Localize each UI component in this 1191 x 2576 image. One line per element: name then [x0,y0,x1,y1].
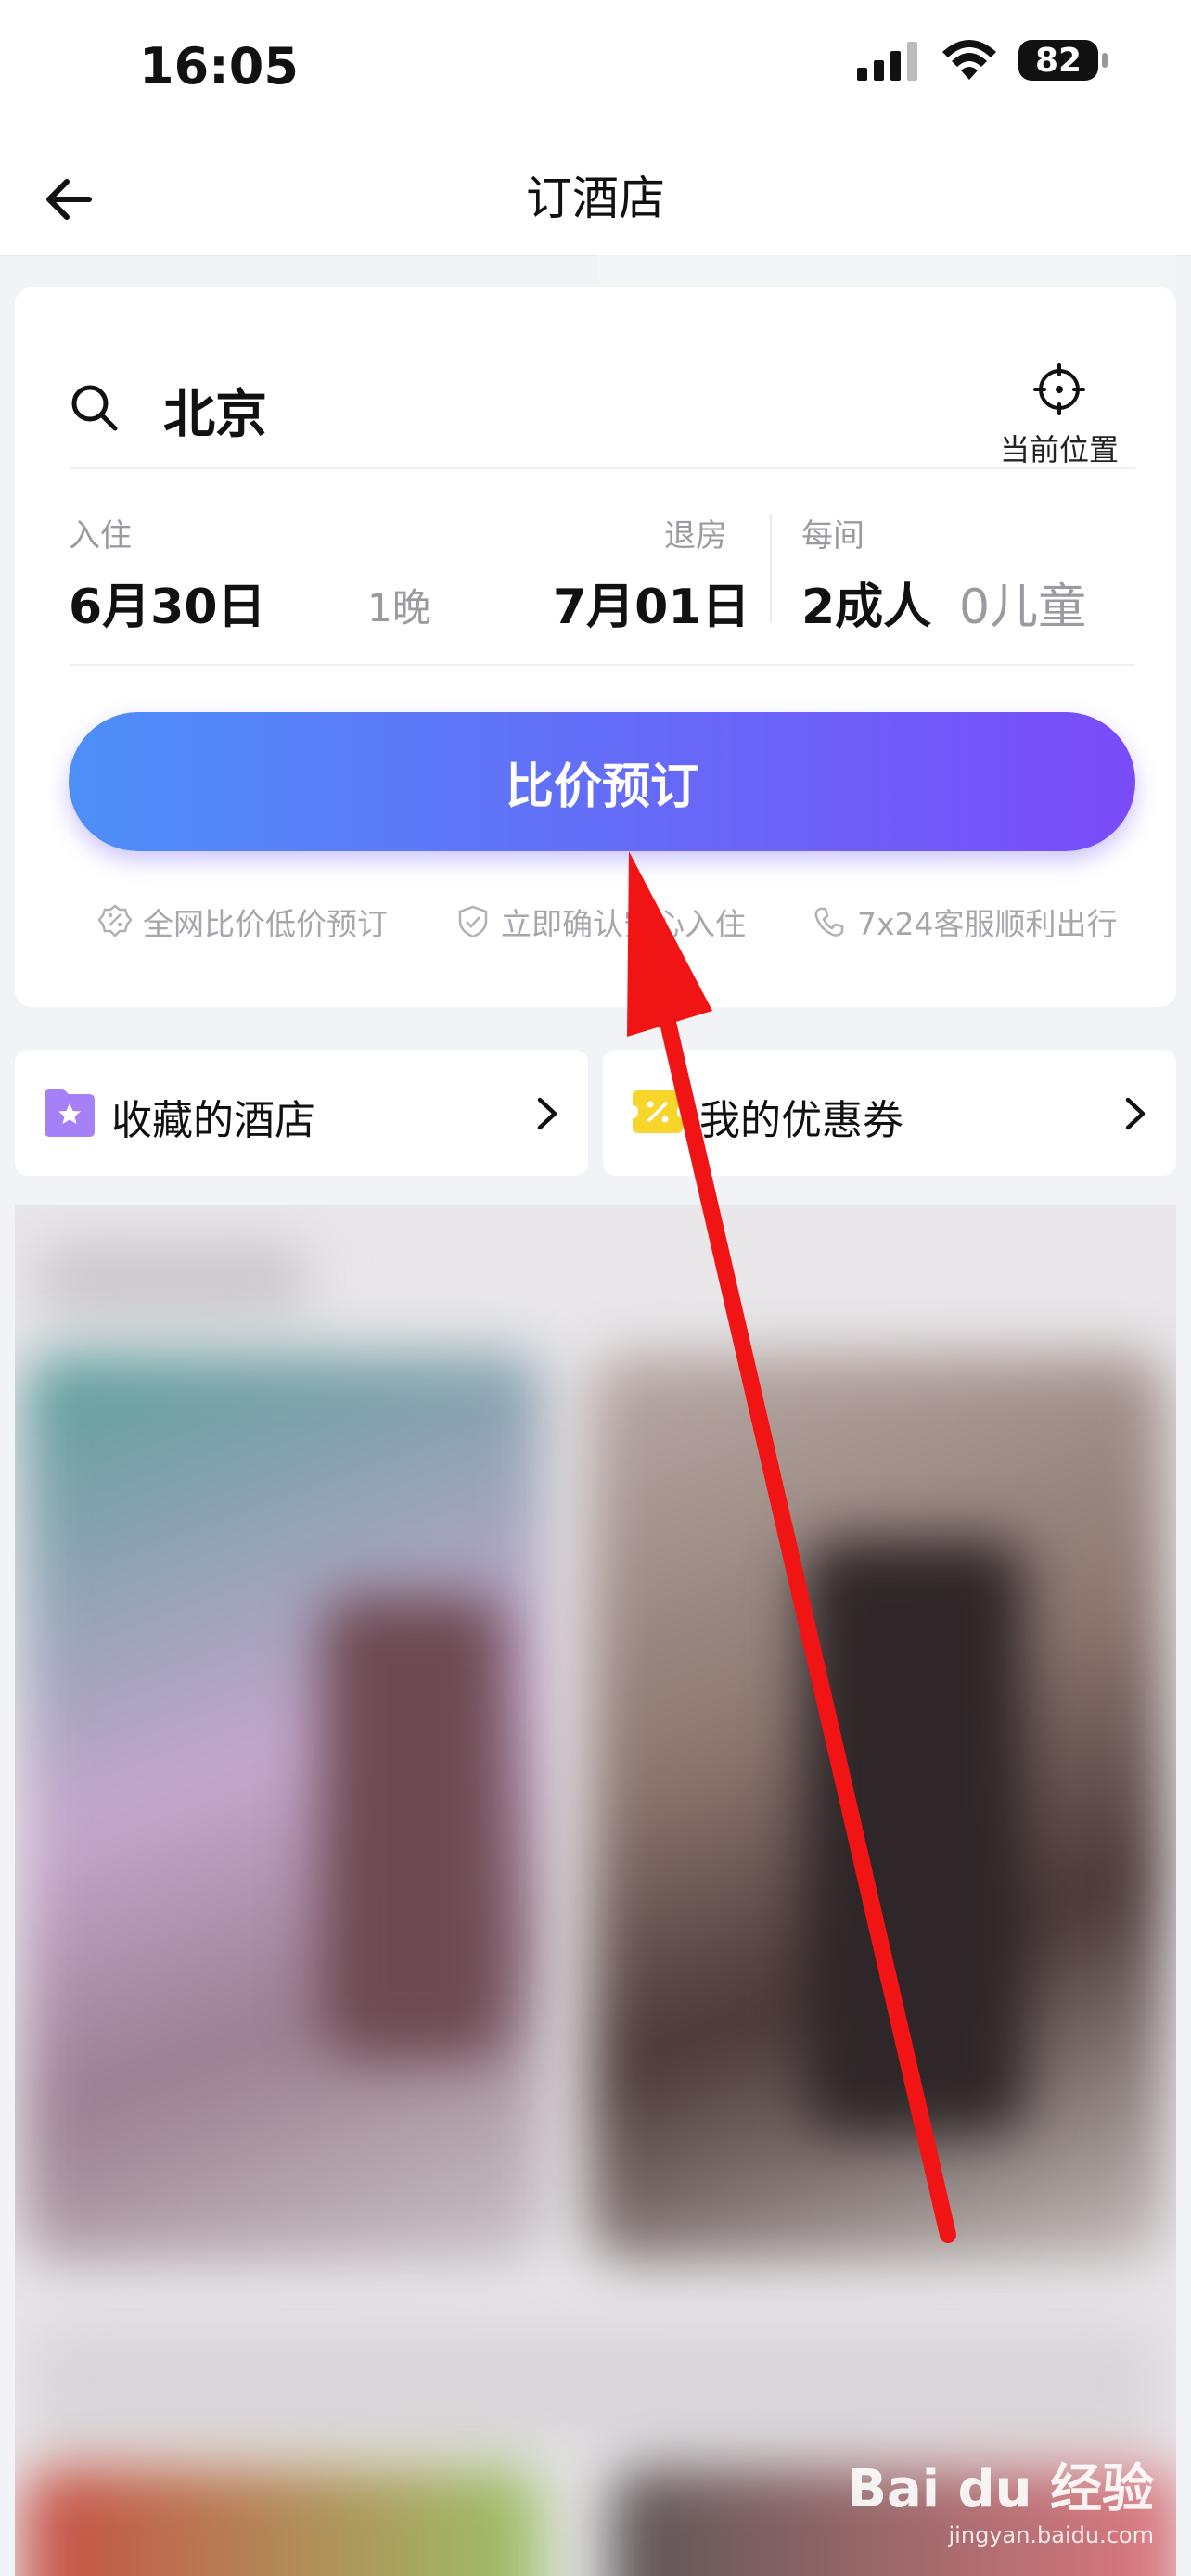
blurred-text [24,2318,1165,2448]
battery-level: 82 [1034,41,1082,80]
checkout-label: 退房 [664,517,727,555]
tab-notch [597,255,1176,290]
blurred-feed [15,1205,1176,2576]
status-time: 16:05 [139,37,299,96]
checkin-date[interactable]: 6月30日 [69,567,266,637]
my-coupons-label: 我的优惠券 [699,1097,903,1144]
coupon-ticket-icon [633,1090,683,1133]
current-location-button[interactable]: 当前位置 [994,362,1124,469]
page-title: 订酒店 [526,172,665,225]
feature-item: 全网比价低价预订 [96,899,388,944]
checkout-date[interactable]: 7月01日 [553,567,750,637]
percent-badge-icon [97,904,133,937]
city-name[interactable]: 北京 [163,373,267,448]
blurred-photo [24,2467,544,2576]
adults-count[interactable]: 2成人 [801,567,931,637]
divider [69,664,1135,666]
feature-list: 全网比价低价预订 立即确认安心入住 7x24客服顺利出行 [69,899,1135,946]
favorite-hotels-link[interactable]: 收藏的酒店 [15,1050,588,1176]
nights-count: 1晚 [367,585,431,631]
favorite-hotels-label: 收藏的酒店 [111,1097,315,1144]
compare-book-button[interactable]: 比价预订 [69,712,1135,851]
feature-item: 立即确认安心入住 [455,899,746,944]
status-icons: 82 [857,39,1108,82]
crosshair-location-icon [1033,363,1085,415]
nav-bar: 订酒店 [0,139,1191,256]
search-icon [71,385,118,431]
watermark-url: jingyan.baidu.com [948,2522,1154,2548]
phone-icon [814,907,844,937]
watermark: Bai du 经验 jingyan.baidu.com [847,2447,1154,2548]
feature-label: 全网比价低价预订 [143,906,388,942]
chevron-right-icon [537,1097,557,1130]
room-label: 每间 [801,517,864,555]
blurred-photo [803,1539,1026,2133]
checkin-label: 入住 [69,517,132,555]
watermark-logo: Bai du 经验 [847,2459,1154,2519]
folder-star-icon [45,1089,95,1137]
feature-label: 7x24客服顺利出行 [857,906,1118,942]
battery-indicator: 82 [1018,40,1108,81]
destination-search[interactable]: 北京 当前位置 [67,362,1133,467]
feature-item: 7x24客服顺利出行 [811,899,1118,944]
vertical-divider [770,514,772,623]
children-count[interactable]: 0儿童 [959,567,1086,637]
wifi-icon [942,40,996,80]
booking-card: 北京 当前位置 入住 6月30日 1晚 退房 7月01日 每间 2成人 0儿童 … [15,287,1176,1007]
chevron-right-icon [1125,1097,1146,1130]
shield-check-icon [458,905,488,938]
divider [69,467,1135,469]
cellular-signal-icon [857,42,917,81]
current-location-label: 当前位置 [999,432,1119,467]
blurred-photo [321,1595,506,2059]
status-bar: 16:05 82 [0,0,1191,139]
feature-label: 立即确认安心入住 [501,906,746,942]
my-coupons-link[interactable]: 我的优惠券 [603,1050,1176,1176]
blurred-heading [33,1243,312,1317]
